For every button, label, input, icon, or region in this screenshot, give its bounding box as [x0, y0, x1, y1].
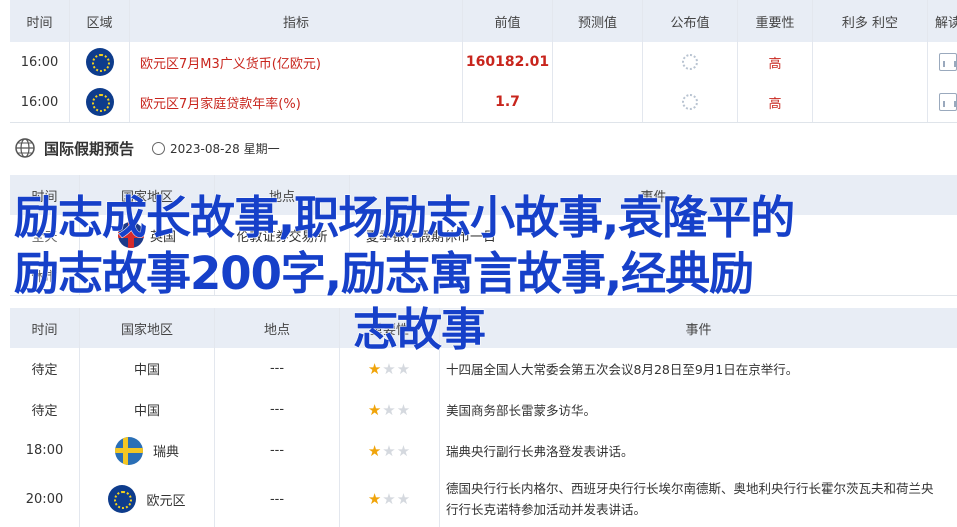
row-time: 18:00 [10, 430, 80, 471]
table-row[interactable]: 待定 中国 --- ★ ★★ 美国商务部长雷蒙多访华。 [10, 389, 957, 431]
event-cell: 美国商务部长雷蒙多访华。 [446, 403, 597, 418]
col-indicator: 指标 [130, 0, 463, 42]
country-name: 瑞典 [152, 445, 179, 460]
indicator-link[interactable]: 欧元区7月家庭贷款年率(%) [130, 82, 463, 122]
bullbear-value [813, 82, 928, 122]
country-name: 欧元区 [146, 493, 186, 509]
forecast-value [553, 42, 643, 82]
top-table-header: 时间 区域 指标 前值 预测值 公布值 重要性 利多 利空 解读 [10, 0, 957, 42]
table-row[interactable]: 20:00 欧元区 --- ★ ★★ 德国央行行长内格尔、西班牙央行行长埃尔南德斯… [10, 471, 957, 527]
star-icon: ★ [367, 400, 383, 419]
col-time: 时间 [10, 0, 70, 42]
overlay-headline: 励志成长故事,职场励志小故事,袁隆平的 励志故事200字,励志寓言故事,经典励 … [14, 190, 914, 358]
place-cell: --- [215, 430, 340, 471]
section-date: 2023-08-28 星期一 [170, 141, 280, 156]
col-bullbear: 利多 利空 [813, 0, 928, 42]
place-cell: --- [215, 389, 340, 430]
importance-stars: ★ ★★ [340, 430, 440, 471]
star-icon: ★ [367, 490, 383, 508]
row-time: 20:00 [10, 471, 80, 527]
row-time: 16:00 [10, 82, 70, 122]
previous-value: 160182.01 [463, 42, 553, 82]
table-row[interactable]: 16:00 欧元区7月家庭贷款年率(%) 1.7 高 [10, 82, 957, 123]
eu-flag-icon [85, 48, 114, 76]
col-published: 公布值 [643, 0, 738, 42]
star-icon: ★★ [382, 490, 412, 508]
overlay-line-2: 励志故事200字,励志寓言故事,经典励 [14, 247, 755, 301]
star-icon: ★★ [382, 359, 412, 378]
region-cell [70, 82, 130, 122]
published-value [643, 42, 738, 82]
importance-value: 高 [738, 82, 813, 122]
holiday-section-title: 国际假期预告 2023-08-28 星期一 [14, 134, 280, 162]
region-cell [70, 42, 130, 82]
loading-icon [682, 94, 698, 110]
star-icon: ★ [367, 359, 383, 378]
col-interpret: 解读 [934, 15, 957, 31]
event-cell: 德国央行行长内格尔、西班牙央行行长埃尔南德斯、奥地利央行行长霍尔茨瓦夫和荷兰央行… [446, 481, 934, 517]
clock-icon [152, 141, 166, 155]
row-time: 16:00 [10, 42, 70, 82]
star-icon: ★★ [382, 441, 412, 460]
place-cell: --- [215, 471, 340, 527]
star-icon: ★★ [382, 400, 412, 419]
indicator-link[interactable]: 欧元区7月M3广义货币(亿欧元) [130, 42, 463, 82]
forecast-value [553, 82, 643, 122]
table-row[interactable]: 16:00 欧元区7月M3广义货币(亿欧元) 160182.01 高 [10, 42, 957, 83]
published-value [643, 82, 738, 122]
table-row[interactable]: 18:00 瑞典 --- ★ ★★ 瑞典央行副行长弗洛登发表讲话。 [10, 430, 957, 472]
eu-flag-icon [85, 88, 114, 116]
chart-icon[interactable] [939, 53, 957, 71]
col-importance: 重要性 [738, 0, 813, 42]
eu-flag-icon [108, 485, 137, 513]
event-cell: 瑞典央行副行长弗洛登发表讲话。 [446, 444, 634, 459]
chart-icon[interactable] [939, 93, 957, 111]
importance-value: 高 [738, 42, 813, 82]
col-region: 区域 [70, 0, 130, 42]
section-title: 国际假期预告 [44, 139, 135, 158]
overlay-line-3: 志故事 [352, 303, 486, 357]
country-cell: 瑞典 [80, 430, 215, 471]
overlay-line-1: 励志成长故事,职场励志小故事,袁隆平的 [14, 191, 796, 245]
globe-icon [15, 138, 35, 158]
country-name: 中国 [80, 389, 215, 430]
col-previous: 前值 [463, 0, 553, 42]
star-icon: ★ [367, 441, 383, 460]
interpret-cell[interactable] [928, 42, 957, 82]
importance-stars: ★ ★★ [340, 389, 440, 430]
previous-value: 1.7 [463, 82, 553, 122]
row-time: 待定 [10, 389, 80, 430]
sweden-flag-icon [114, 436, 143, 465]
loading-icon [682, 54, 698, 70]
importance-stars: ★ ★★ [340, 471, 440, 527]
country-cell: 欧元区 [80, 471, 215, 527]
col-forecast: 预测值 [553, 0, 643, 42]
bullbear-value [813, 42, 928, 82]
interpret-cell[interactable] [928, 82, 957, 122]
